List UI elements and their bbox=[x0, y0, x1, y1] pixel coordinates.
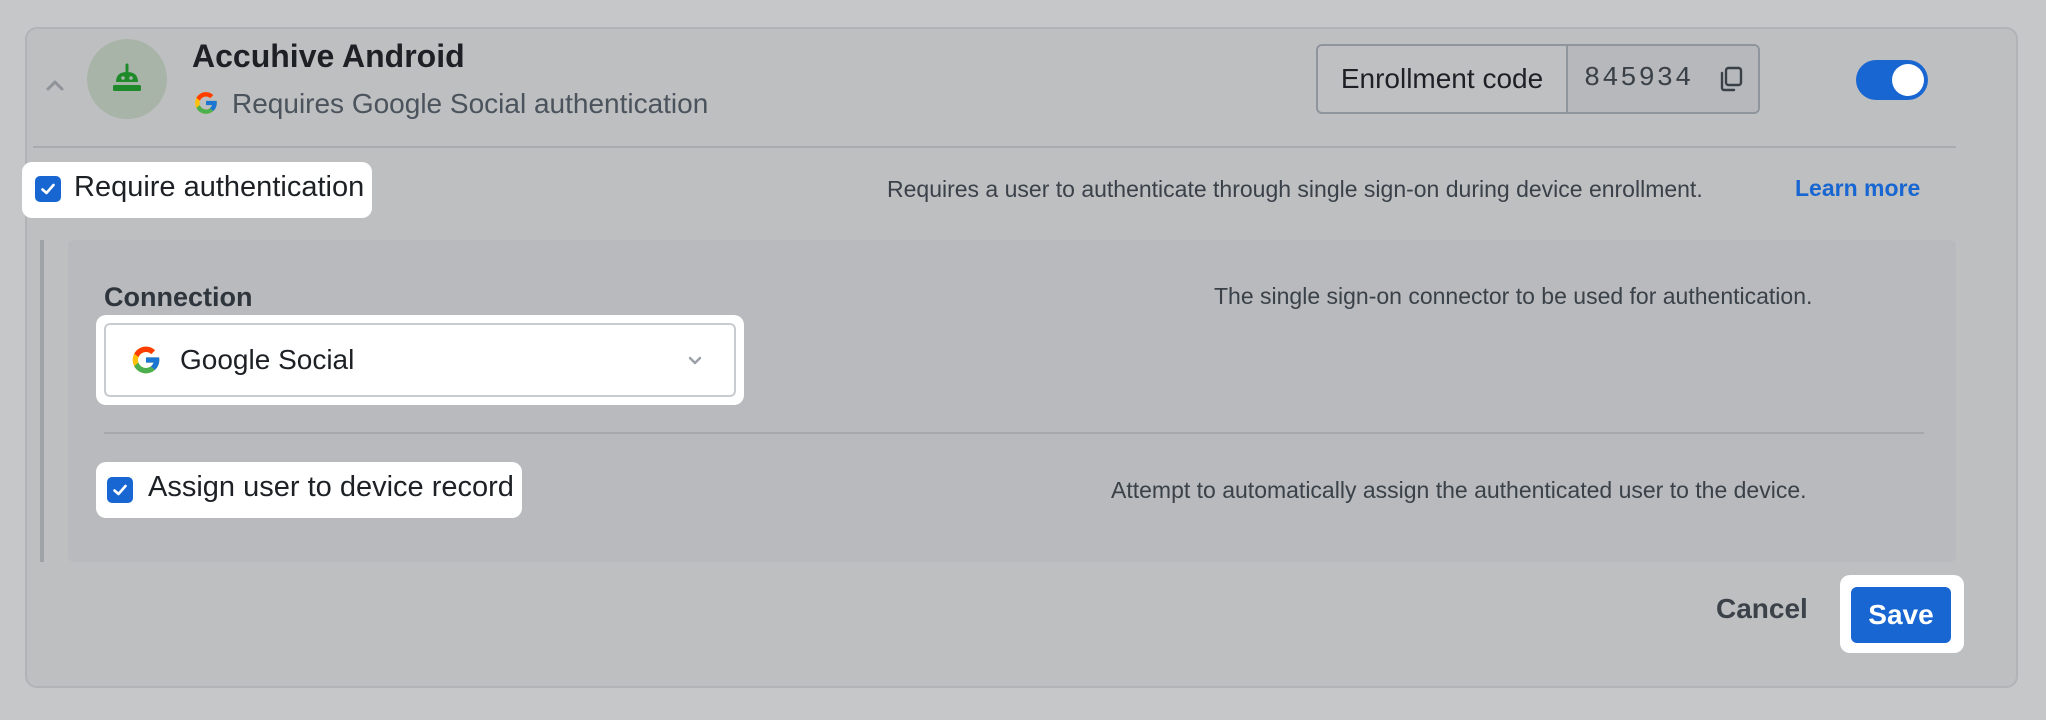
require-auth-checkbox[interactable] bbox=[35, 176, 61, 202]
require-auth-description: Requires a user to authenticate through … bbox=[887, 176, 1703, 202]
toggle-knob bbox=[1892, 64, 1924, 96]
connection-label: Connection bbox=[104, 282, 253, 312]
save-button[interactable]: Save bbox=[1851, 587, 1951, 643]
enrollment-code-value: 845934 bbox=[1584, 64, 1694, 94]
enable-toggle[interactable] bbox=[1856, 60, 1928, 100]
connection-description: The single sign-on connector to be used … bbox=[1214, 283, 1813, 309]
enrollment-code-value-container: 845934 bbox=[1568, 46, 1758, 112]
google-icon bbox=[132, 346, 160, 374]
learn-more-link[interactable]: Learn more bbox=[1795, 175, 1920, 202]
connection-selected-value: Google Social bbox=[180, 344, 355, 375]
connection-select[interactable]: Google Social bbox=[104, 323, 736, 397]
checkmark-icon bbox=[113, 484, 127, 496]
nested-indicator bbox=[40, 240, 44, 562]
android-robot-icon bbox=[113, 63, 141, 91]
chevron-down-icon bbox=[688, 356, 702, 365]
panel-divider bbox=[104, 432, 1924, 434]
checkmark-icon bbox=[41, 183, 55, 195]
avatar bbox=[87, 39, 167, 119]
app-subtitle: Requires Google Social authentication bbox=[232, 88, 709, 119]
assign-user-checkbox[interactable] bbox=[107, 477, 133, 503]
cancel-button[interactable]: Cancel bbox=[1716, 593, 1808, 625]
app-title: Accuhive Android bbox=[192, 38, 465, 74]
assign-user-description: Attempt to automatically assign the auth… bbox=[1111, 477, 1807, 503]
enrollment-code-label: Enrollment code bbox=[1318, 46, 1568, 112]
copy-icon[interactable] bbox=[1717, 65, 1745, 93]
google-icon bbox=[195, 92, 217, 114]
require-auth-label[interactable]: Require authentication bbox=[74, 171, 364, 204]
enrollment-code-box: Enrollment code 845934 bbox=[1316, 44, 1760, 114]
header-divider bbox=[33, 146, 1956, 148]
chevron-up-icon[interactable] bbox=[40, 70, 70, 100]
assign-user-label[interactable]: Assign user to device record bbox=[148, 471, 514, 504]
